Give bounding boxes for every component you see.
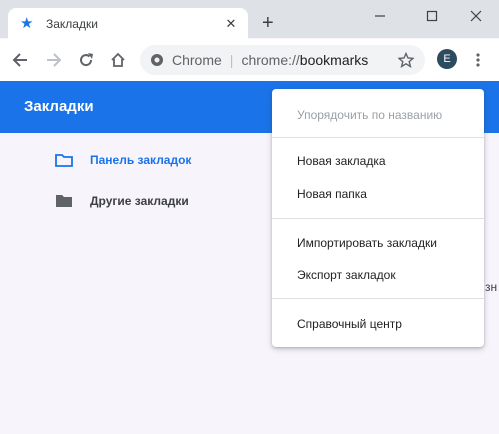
- bookmark-star-icon: ★: [20, 15, 34, 32]
- menu-divider: [272, 137, 484, 138]
- more-vert-icon[interactable]: [468, 50, 488, 70]
- bookmark-this-page-star-icon[interactable]: [396, 50, 416, 70]
- menu-item-new-bookmark[interactable]: Новая закладка: [297, 154, 386, 168]
- folder-outline-icon: [55, 153, 73, 167]
- sidebar-item-label: Другие закладки: [90, 194, 189, 208]
- browser-tab[interactable]: ★ Закладки ✕: [8, 8, 248, 39]
- back-arrow-icon[interactable]: [10, 50, 30, 70]
- title-bar: ★ Закладки ✕ +: [0, 0, 499, 39]
- new-tab-button[interactable]: +: [262, 13, 274, 33]
- url-separator: |: [229, 52, 234, 68]
- tab-close-icon[interactable]: ✕: [224, 16, 238, 32]
- address-bar[interactable]: Chrome | chrome://bookmarks: [140, 45, 425, 75]
- forward-arrow-icon[interactable]: [44, 50, 64, 70]
- sidebar-item-label: Панель закладок: [90, 153, 192, 167]
- sidebar-item-other-bookmarks[interactable]: Другие закладки: [55, 194, 189, 208]
- menu-item-import-bookmarks[interactable]: Импортировать закладки: [297, 236, 437, 250]
- browser-toolbar: Chrome | chrome://bookmarks E: [0, 39, 499, 81]
- url-host: bookmarks: [299, 52, 369, 68]
- close-icon[interactable]: [466, 6, 486, 26]
- maximize-icon[interactable]: [422, 6, 442, 26]
- menu-divider: [272, 298, 484, 299]
- chrome-logo-icon: [150, 53, 164, 67]
- organize-menu: Упорядочить по названию Новая закладка Н…: [272, 89, 484, 347]
- menu-item-help-center[interactable]: Справочный центр: [297, 317, 402, 331]
- menu-item-sort-by-name[interactable]: Упорядочить по названию: [297, 108, 442, 122]
- home-icon[interactable]: [108, 50, 128, 70]
- url-scheme-label: Chrome: [172, 52, 222, 68]
- menu-item-export-bookmarks[interactable]: Экспорт закладок: [297, 268, 396, 282]
- profile-avatar[interactable]: E: [437, 49, 457, 69]
- sidebar-item-bookmarks-bar[interactable]: Панель закладок: [55, 153, 191, 167]
- tab-title: Закладки: [46, 16, 98, 31]
- reload-icon[interactable]: [76, 50, 96, 70]
- folder-icon: [55, 194, 73, 208]
- menu-item-new-folder[interactable]: Новая папка: [297, 187, 367, 201]
- url-text: chrome://bookmarks: [241, 52, 368, 68]
- partially-hidden-text: зн: [485, 280, 498, 294]
- url-prefix: chrome://: [241, 52, 300, 68]
- page-title: Закладки: [24, 98, 94, 115]
- minimize-icon[interactable]: [370, 6, 390, 26]
- menu-divider: [272, 218, 484, 219]
